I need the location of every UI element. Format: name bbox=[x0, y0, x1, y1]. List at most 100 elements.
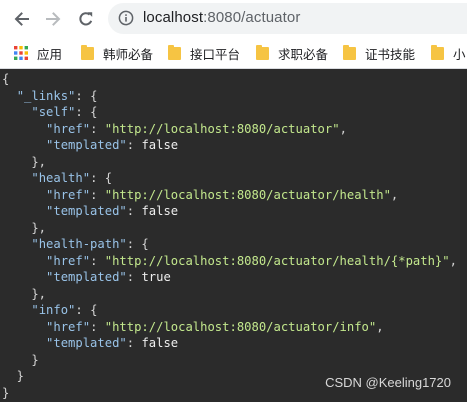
json-literal: false bbox=[141, 204, 179, 218]
json-punctuation: , bbox=[376, 319, 384, 334]
json-line: }, bbox=[2, 286, 457, 303]
json-punctuation: : { bbox=[75, 105, 98, 119]
json-punctuation: , bbox=[449, 253, 457, 268]
json-punctuation: } bbox=[2, 369, 25, 383]
json-key: "health-path" bbox=[31, 237, 127, 251]
bookmark-folder[interactable]: 求职必备 bbox=[256, 44, 328, 62]
json-key: "info" bbox=[31, 303, 76, 317]
bookmark-apps[interactable]: 应用 bbox=[13, 44, 62, 62]
json-string: "http://localhost:8080/actuator/health" bbox=[104, 187, 391, 202]
json-punctuation bbox=[2, 122, 46, 136]
json-key: "health" bbox=[31, 171, 91, 185]
json-punctuation bbox=[2, 303, 31, 317]
json-punctuation: : bbox=[126, 270, 142, 284]
json-key: "self" bbox=[31, 105, 76, 119]
json-key: "href" bbox=[46, 319, 91, 334]
json-viewer: { "_links": { "self": { "href": "http://… bbox=[0, 69, 467, 402]
json-line: "templated": false bbox=[2, 203, 457, 220]
json-punctuation bbox=[2, 204, 46, 218]
json-line: "href": "http://localhost:8080/actuator/… bbox=[2, 253, 457, 270]
json-literal: false bbox=[141, 336, 179, 350]
json-punctuation bbox=[2, 89, 17, 103]
json-punctuation: : { bbox=[90, 171, 113, 185]
json-punctuation: : bbox=[90, 253, 105, 268]
json-punctuation: : bbox=[90, 121, 105, 136]
apps-grid-icon bbox=[14, 46, 28, 60]
json-line: } bbox=[2, 352, 457, 369]
json-key: "href" bbox=[46, 253, 91, 268]
json-line: "href": "http://localhost:8080/actuator/… bbox=[2, 187, 457, 204]
json-punctuation: : { bbox=[126, 237, 149, 251]
json-line: "href": "http://localhost:8080/actuator/… bbox=[2, 319, 457, 336]
json-punctuation: : { bbox=[75, 303, 98, 317]
json-key: "templated" bbox=[46, 138, 127, 152]
watermark: CSDN @Keeling1720 bbox=[325, 375, 451, 390]
json-line: "templated": true bbox=[2, 269, 457, 286]
json-literal: false bbox=[141, 138, 179, 152]
bookmark-folder[interactable]: 韩师必备 bbox=[81, 44, 153, 62]
json-line: { bbox=[2, 71, 457, 88]
folder-icon bbox=[256, 44, 269, 60]
json-punctuation: } bbox=[2, 352, 39, 367]
browser-toolbar: localhost:8080/actuator bbox=[0, 0, 467, 38]
bookmark-label: 接口平台 bbox=[190, 47, 241, 62]
forward-arrow-icon[interactable] bbox=[40, 6, 66, 32]
json-punctuation: : bbox=[126, 336, 142, 350]
json-punctuation: , bbox=[390, 187, 399, 202]
json-punctuation bbox=[2, 138, 46, 152]
json-string: "http://localhost:8080/actuator/health/{… bbox=[104, 253, 450, 268]
bookmark-label: 韩师必备 bbox=[103, 47, 154, 62]
bookmarks-bar: 应用 韩师必备 接口平台 求职必备 证书技能 小 bbox=[0, 38, 467, 69]
json-key: "templated" bbox=[46, 270, 127, 284]
json-line: "templated": false bbox=[2, 137, 457, 154]
reload-icon[interactable] bbox=[73, 6, 99, 32]
json-punctuation: }, bbox=[2, 220, 47, 235]
bookmark-folder[interactable]: 小 bbox=[431, 44, 466, 62]
json-line: "health-path": { bbox=[2, 236, 457, 253]
back-arrow-icon[interactable] bbox=[9, 6, 35, 32]
json-line: "href": "http://localhost:8080/actuator"… bbox=[2, 121, 457, 138]
url-text: localhost:8080/actuator bbox=[143, 9, 300, 26]
bookmark-label: 小 bbox=[453, 47, 466, 62]
json-line: "info": { bbox=[2, 302, 457, 319]
info-icon[interactable] bbox=[118, 10, 134, 26]
folder-icon bbox=[343, 44, 356, 60]
json-punctuation: , bbox=[339, 121, 347, 136]
json-line: "_links": { bbox=[2, 88, 457, 105]
address-bar[interactable]: localhost:8080/actuator bbox=[108, 3, 467, 34]
json-punctuation: }, bbox=[2, 154, 47, 169]
json-punctuation: : { bbox=[75, 88, 98, 103]
json-punctuation bbox=[2, 270, 46, 284]
json-string: "http://localhost:8080/actuator/info" bbox=[104, 319, 377, 334]
json-key: "href" bbox=[46, 187, 91, 202]
bookmark-folder[interactable]: 接口平台 bbox=[168, 44, 240, 62]
json-line: "templated": false bbox=[2, 335, 457, 352]
json-punctuation bbox=[2, 336, 46, 350]
bookmark-label: 应用 bbox=[37, 47, 63, 62]
json-punctuation: : bbox=[90, 187, 105, 202]
bookmark-label: 求职必备 bbox=[278, 47, 329, 62]
url-host: localhost bbox=[143, 9, 204, 26]
json-punctuation bbox=[2, 320, 46, 334]
bookmark-folder[interactable]: 证书技能 bbox=[343, 44, 415, 62]
json-punctuation: : bbox=[126, 204, 142, 218]
json-key: "templated" bbox=[46, 336, 127, 350]
json-punctuation: : bbox=[126, 138, 142, 152]
json-line: "self": { bbox=[2, 104, 457, 121]
json-punctuation bbox=[2, 171, 31, 185]
json-punctuation bbox=[2, 237, 31, 251]
json-line: }, bbox=[2, 154, 457, 171]
json-punctuation bbox=[2, 254, 46, 268]
folder-icon bbox=[431, 44, 444, 60]
json-string: "http://localhost:8080/actuator" bbox=[104, 121, 340, 136]
json-punctuation bbox=[2, 105, 31, 119]
json-literal: true bbox=[141, 270, 171, 284]
json-punctuation bbox=[2, 188, 46, 202]
json-punctuation: { bbox=[2, 72, 10, 86]
json-punctuation: } bbox=[2, 385, 10, 400]
json-key: "_links" bbox=[16, 88, 76, 103]
folder-icon bbox=[81, 44, 94, 60]
url-path: :8080/actuator bbox=[203, 9, 301, 26]
bookmark-label: 证书技能 bbox=[365, 47, 416, 62]
json-punctuation: }, bbox=[2, 286, 47, 301]
